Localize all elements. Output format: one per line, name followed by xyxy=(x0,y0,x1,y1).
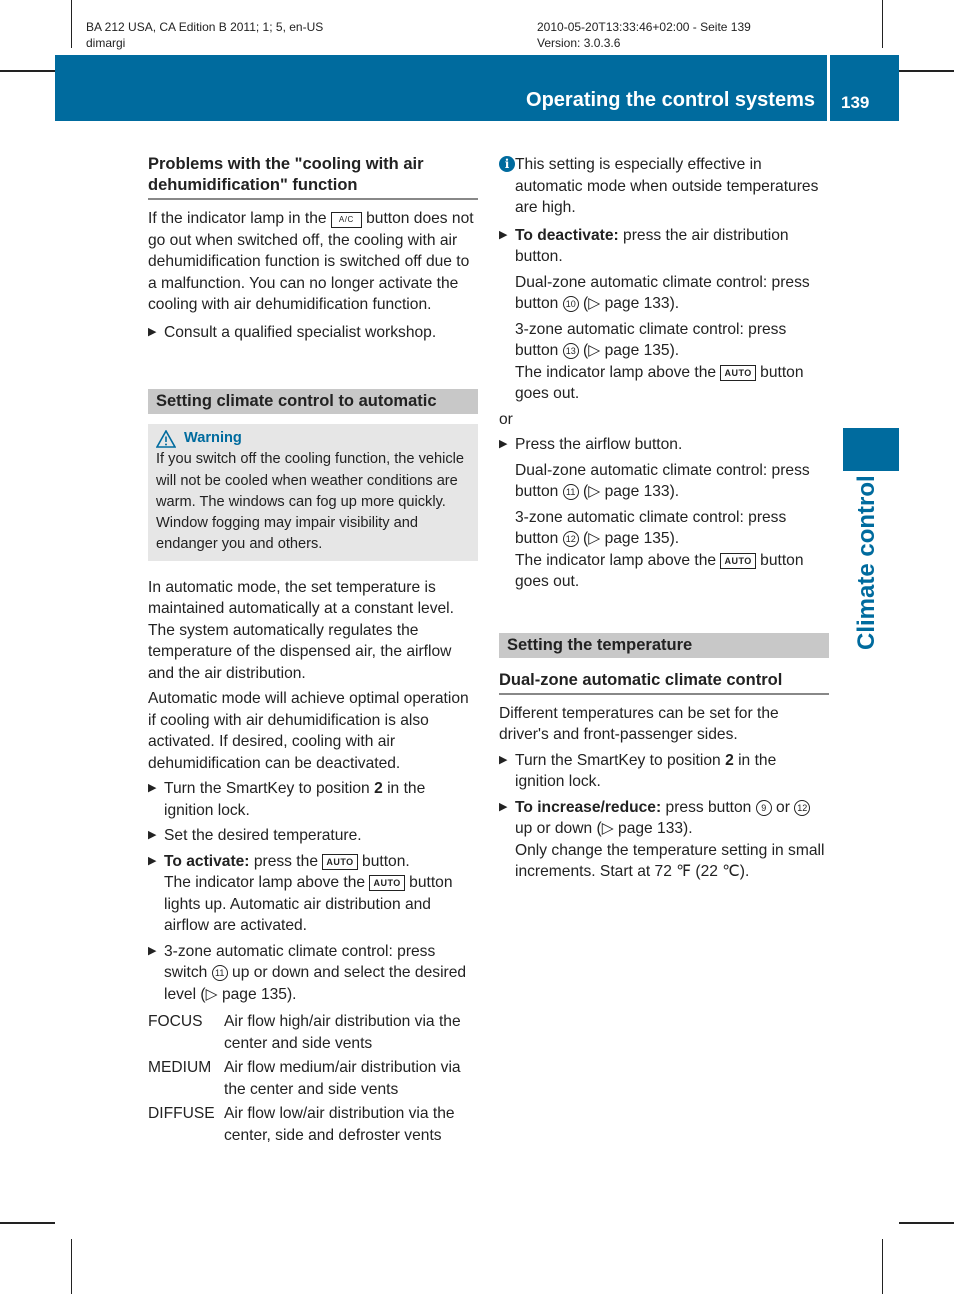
section-title-temperature: Setting the temperature xyxy=(499,632,829,658)
warning-text: If you switch off the cooling function, … xyxy=(156,451,465,553)
info-icon: i xyxy=(499,156,515,172)
crop-mark xyxy=(882,0,883,48)
deactivate-3-zone: 3-zone automatic climate control: press … xyxy=(515,320,787,359)
airflow-dual-zone: Dual-zone automatic climate control: pre… xyxy=(515,461,810,500)
version-info: Version: 3.0.3.6 xyxy=(537,36,621,50)
step-arrow-icon: ▶ xyxy=(148,325,157,338)
level-term: FOCUS xyxy=(148,1013,203,1031)
callout-number-icon: 9 xyxy=(755,799,772,816)
callout-number-icon: 12 xyxy=(562,531,579,547)
step-airflow: ▶ Press the airflow button. Dual-zone au… xyxy=(499,434,829,593)
crop-mark xyxy=(899,1222,954,1224)
warning-box: Warning If you switch off the cooling fu… xyxy=(148,424,478,561)
callout-number-icon: 10 xyxy=(562,296,579,312)
step-arrow-icon: ▶ xyxy=(148,782,157,795)
step-set-temperature: ▶ Set the desired temperature. xyxy=(148,825,478,847)
header-divider xyxy=(827,55,830,121)
step-arrow-icon: ▶ xyxy=(499,753,508,766)
step-arrow-icon: ▶ xyxy=(499,800,508,813)
airflow-lamp-note: The indicator lamp above the AUTO button… xyxy=(515,551,804,591)
temperature-note: Only change the temperature setting in s… xyxy=(515,841,825,881)
page-ref-arrow-icon: ▷ xyxy=(588,295,605,312)
right-column: i This setting is especially effective i… xyxy=(499,154,829,887)
level-term: MEDIUM xyxy=(148,1059,212,1077)
deactivate-dual-zone: Dual-zone automatic climate control: pre… xyxy=(515,273,810,312)
chapter-title: Operating the control systems xyxy=(526,89,815,111)
page-ref-arrow-icon: ▷ xyxy=(588,483,605,500)
info-note: i This setting is especially effective i… xyxy=(499,154,829,219)
step-arrow-icon: ▶ xyxy=(148,854,157,867)
page-number: 139 xyxy=(841,93,870,112)
auto-button-icon: AUTO xyxy=(720,552,756,569)
optimal-operation-paragraph: Automatic mode will achieve optimal oper… xyxy=(148,690,469,772)
airflow-level-list: FOCUS Air flow high/air distribution via… xyxy=(148,1011,478,1146)
callout-number-icon: 11 xyxy=(211,965,228,982)
step-3zone-level: ▶ 3-zone automatic climate control: pres… xyxy=(148,942,467,1003)
dual-zone-heading: Dual-zone automatic climate control xyxy=(499,670,829,695)
warning-heading: Warning xyxy=(156,428,470,449)
crop-mark xyxy=(71,0,72,48)
level-term: DIFFUSE xyxy=(148,1105,215,1123)
step-smartkey: ▶ Turn the SmartKey to position 2 in the… xyxy=(148,780,426,819)
crop-mark xyxy=(0,1222,55,1224)
step-temp-smartkey: ▶ Turn the SmartKey to position 2 in the… xyxy=(499,751,777,791)
section-title-automatic: Setting climate control to automatic xyxy=(148,389,478,414)
page-ref-arrow-icon: ▷ xyxy=(588,342,605,359)
level-description: Air flow low/air distribution via the ce… xyxy=(224,1105,455,1144)
step-deactivate: ▶ To deactivate: press the air distribut… xyxy=(499,225,829,405)
level-description: Air flow high/air distribution via the c… xyxy=(224,1013,461,1052)
step-activate: ▶ To activate: press the AUTO button. Th… xyxy=(148,852,453,935)
level-description: Air flow medium/air distribution via the… xyxy=(224,1059,461,1098)
temperature-paragraph: Different temperatures can be set for th… xyxy=(499,704,779,744)
step-arrow-icon: ▶ xyxy=(148,829,157,842)
callout-number-icon: 13 xyxy=(562,343,579,359)
crop-mark xyxy=(899,70,954,72)
page-ref-arrow-icon: ▷ xyxy=(588,530,605,547)
problems-paragraph: If the indicator lamp in the A/C button … xyxy=(148,210,474,313)
auto-button-icon: AUTO xyxy=(369,875,405,892)
print-meta-left: BA 212 USA, CA Edition B 2011; 1; 5, en-… xyxy=(86,19,323,51)
warning-triangle-icon xyxy=(156,429,176,448)
crop-mark xyxy=(0,70,55,72)
auto-mode-paragraph: In automatic mode, the set temperature i… xyxy=(148,578,454,682)
step-consult: ▶ Consult a qualified specialist worksho… xyxy=(148,322,478,344)
edition-info: BA 212 USA, CA Edition B 2011; 1; 5, en-… xyxy=(86,20,324,34)
timestamp-info: 2010-05-20T13:33:46+02:00 - Seite 139 xyxy=(537,20,751,34)
page-reference: page 133). xyxy=(604,295,680,312)
auto-button-icon: AUTO xyxy=(720,364,756,381)
step-arrow-icon: ▶ xyxy=(148,944,157,957)
page-reference: page 135). xyxy=(221,985,297,1003)
chapter-tab-label: Climate control xyxy=(853,475,880,650)
step-arrow-icon: ▶ xyxy=(499,438,508,450)
print-meta-right: 2010-05-20T13:33:46+02:00 - Seite 139 Ve… xyxy=(537,19,751,51)
page-reference: page 135). xyxy=(604,342,680,359)
chapter-tab xyxy=(843,428,899,471)
callout-number-icon: 11 xyxy=(562,484,579,500)
page-reference: page 133). xyxy=(618,820,693,837)
crop-mark xyxy=(882,1239,883,1294)
ac-button-icon: A/C xyxy=(330,212,362,228)
author-info: dimargi xyxy=(86,36,126,50)
page-header: Operating the control systems 139 xyxy=(55,55,899,121)
problems-heading: Problems with the "cooling with air dehu… xyxy=(148,154,478,200)
page-reference: page 133). xyxy=(604,483,680,500)
auto-button-icon: AUTO xyxy=(322,853,358,870)
left-column: Problems with the "cooling with air dehu… xyxy=(148,154,478,1146)
page-ref-arrow-icon: ▷ xyxy=(205,985,222,1003)
page-reference: page 135). xyxy=(604,530,680,547)
crop-mark xyxy=(71,1239,72,1294)
page-ref-arrow-icon: ▷ xyxy=(601,820,619,837)
step-increase-reduce: ▶ To increase/reduce: press button 9 or … xyxy=(499,797,829,883)
callout-number-icon: 12 xyxy=(794,799,811,816)
or-separator: or xyxy=(499,410,513,428)
airflow-3-zone: 3-zone automatic climate control: press … xyxy=(515,508,787,547)
deactivate-lamp-note: The indicator lamp above the AUTO button… xyxy=(515,363,804,403)
step-arrow-icon: ▶ xyxy=(499,228,508,241)
